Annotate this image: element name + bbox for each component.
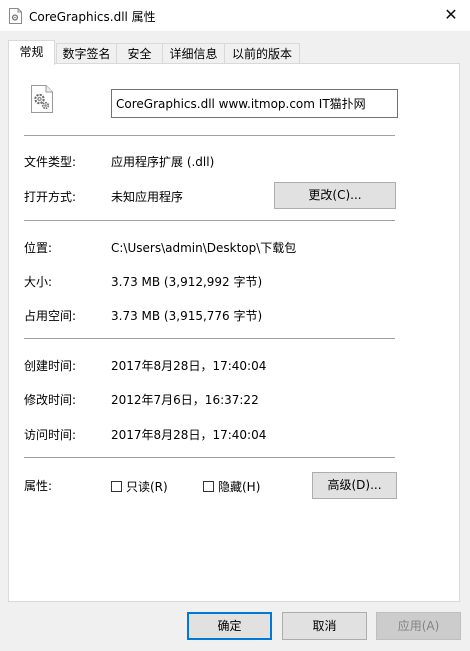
size-value: 3.73 MB (3,912,992 字节): [111, 275, 263, 289]
hidden-checkbox[interactable]: 隐藏(H): [203, 478, 260, 495]
readonly-checkbox-label[interactable]: 只读(R): [126, 478, 168, 495]
tab-security[interactable]: 安全: [116, 43, 163, 63]
modified-label: 修改时间:: [24, 393, 77, 407]
tab-general[interactable]: 常规: [8, 40, 55, 65]
size-label: 大小:: [24, 275, 53, 289]
hidden-checkbox-label[interactable]: 隐藏(H): [218, 478, 260, 495]
accessed-value: 2017年8月28日，17:40:04: [111, 428, 267, 442]
apply-button[interactable]: 应用(A): [376, 612, 461, 640]
separator: [24, 135, 395, 136]
attributes-label: 属性:: [24, 479, 53, 493]
disk-size-label: 占用空间:: [24, 309, 77, 323]
title-bar: CoreGraphics.dll 属性 ✕: [0, 0, 470, 31]
file-gear-icon: [31, 85, 53, 113]
file-type-label: 文件类型:: [24, 155, 77, 169]
accessed-label: 访问时间:: [24, 428, 77, 442]
ok-button[interactable]: 确定: [187, 612, 272, 640]
open-with-label: 打开方式:: [24, 190, 77, 204]
tab-strip: 常规 数字签名 安全 详细信息 以前的版本: [8, 40, 460, 65]
file-name-input[interactable]: [111, 89, 398, 118]
location-label: 位置:: [24, 241, 53, 255]
readonly-checkbox-box[interactable]: [111, 481, 122, 492]
tab-previous-versions[interactable]: 以前的版本: [224, 43, 300, 63]
created-label: 创建时间:: [24, 359, 77, 373]
close-icon[interactable]: ✕: [442, 6, 460, 24]
readonly-checkbox[interactable]: 只读(R): [111, 478, 168, 495]
modified-value: 2012年7月6日，16:37:22: [111, 393, 259, 407]
separator: [24, 220, 395, 221]
general-panel: 文件类型: 应用程序扩展 (.dll) 打开方式: 未知应用程序 更改(C)..…: [8, 63, 460, 602]
location-value: C:\Users\admin\Desktop\下载包: [111, 241, 297, 255]
hidden-checkbox-box[interactable]: [203, 481, 214, 492]
open-with-value: 未知应用程序: [111, 190, 184, 204]
change-button[interactable]: 更改(C)...: [274, 182, 396, 209]
file-gear-icon: [9, 8, 22, 24]
advanced-button[interactable]: 高级(D)...: [312, 472, 397, 499]
cancel-button[interactable]: 取消: [282, 612, 367, 640]
separator: [24, 338, 395, 339]
created-value: 2017年8月28日，17:40:04: [111, 359, 267, 373]
tab-details[interactable]: 详细信息: [162, 43, 225, 63]
separator: [24, 457, 395, 458]
window-title: CoreGraphics.dll 属性: [29, 10, 156, 24]
file-type-value: 应用程序扩展 (.dll): [111, 155, 215, 169]
disk-size-value: 3.73 MB (3,915,776 字节): [111, 309, 263, 323]
tab-digital-signatures[interactable]: 数字签名: [56, 43, 117, 63]
